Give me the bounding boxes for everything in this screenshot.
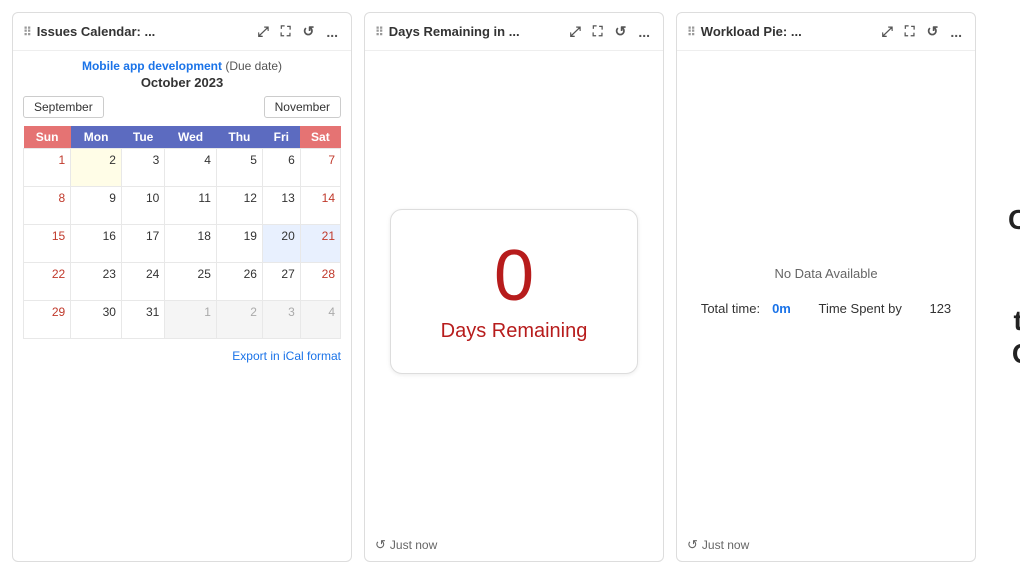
weekday-fri: Fri bbox=[262, 126, 300, 149]
table-row[interactable]: 11 bbox=[165, 187, 217, 225]
calendar-month-year: October 2023 bbox=[23, 75, 341, 90]
table-row[interactable]: 2 bbox=[216, 301, 262, 339]
table-row[interactable]: 31 bbox=[121, 301, 164, 339]
table-row[interactable]: 5 bbox=[216, 149, 262, 187]
table-row[interactable]: 28 bbox=[300, 263, 340, 301]
table-row[interactable]: 4 bbox=[165, 149, 217, 187]
more-icon[interactable]: ... bbox=[635, 22, 653, 42]
weekday-tue: Tue bbox=[121, 126, 164, 149]
workload-panel: ⠿ Workload Pie: ... ⤢ ⛶ ↺ ... No Data Av… bbox=[676, 12, 976, 562]
footer-time: Just now bbox=[702, 538, 749, 552]
time-spent-label: Time Spent by bbox=[819, 301, 902, 316]
weekday-sun: Sun bbox=[24, 126, 71, 149]
table-row[interactable]: 19 bbox=[216, 225, 262, 263]
more-icon[interactable]: ... bbox=[323, 22, 341, 42]
days-panel-footer: ↺ Just now bbox=[365, 531, 663, 561]
table-row[interactable]: 21 bbox=[300, 225, 340, 263]
table-row[interactable]: 7 bbox=[300, 149, 340, 187]
refresh-icon[interactable]: ↺ bbox=[924, 21, 942, 42]
workload-body: No Data Available Total time: 0m Time Sp… bbox=[677, 51, 975, 531]
weekday-sat: Sat bbox=[300, 126, 340, 149]
table-row[interactable]: 17 bbox=[121, 225, 164, 263]
days-remaining-panel: ⠿ Days Remaining in ... ⤢ ⛶ ↺ ... 0 Days… bbox=[364, 12, 664, 562]
workload-footer: ↺ Just now bbox=[677, 531, 975, 561]
calendar-nav: September November bbox=[23, 96, 341, 118]
drag-handle-icon[interactable]: ⠿ bbox=[23, 25, 31, 39]
table-row[interactable]: 13 bbox=[262, 187, 300, 225]
table-row[interactable]: 9 bbox=[71, 187, 122, 225]
table-row[interactable]: 22 bbox=[24, 263, 71, 301]
calendar-grid: Sun Mon Tue Wed Thu Fri Sat 123456789101… bbox=[23, 126, 341, 339]
fullscreen-icon[interactable]: ⛶ bbox=[590, 21, 606, 42]
table-row[interactable]: 2 bbox=[71, 149, 122, 187]
weekday-thu: Thu bbox=[216, 126, 262, 149]
days-panel-title: Days Remaining in ... bbox=[389, 24, 561, 39]
table-row[interactable]: 29 bbox=[24, 301, 71, 339]
project-type: (Due date) bbox=[225, 59, 282, 73]
refresh-icon[interactable]: ↺ bbox=[300, 21, 318, 42]
export-ical-link[interactable]: Export in iCal format bbox=[232, 349, 341, 363]
workload-stats: Total time: 0m Time Spent by 123 bbox=[701, 301, 951, 316]
footer-refresh-icon: ↺ bbox=[687, 537, 698, 553]
more-icon[interactable]: ... bbox=[947, 22, 965, 42]
refresh-icon[interactable]: ↺ bbox=[612, 21, 630, 42]
table-row[interactable]: 12 bbox=[216, 187, 262, 225]
drag-handle-icon[interactable]: ⠿ bbox=[687, 25, 695, 39]
calendar-panel: ⠿ Issues Calendar: ... ⤢ ⛶ ↺ ... Mobile … bbox=[12, 12, 352, 562]
table-row[interactable]: 30 bbox=[71, 301, 122, 339]
expand-icon[interactable]: ⤢ bbox=[567, 21, 584, 42]
workload-panel-title: Workload Pie: ... bbox=[701, 24, 873, 39]
table-row[interactable]: 25 bbox=[165, 263, 217, 301]
sidebar-text-line1: Calendar and Time- bbox=[1008, 204, 1020, 302]
expand-icon[interactable]: ⤢ bbox=[255, 21, 272, 42]
time-spent-value: 123 bbox=[929, 301, 951, 316]
table-row[interactable]: 23 bbox=[71, 263, 122, 301]
table-row[interactable]: 3 bbox=[262, 301, 300, 339]
calendar-project-label: Mobile app development (Due date) bbox=[23, 59, 341, 73]
total-time-value[interactable]: 0m bbox=[772, 301, 791, 316]
sidebar-title: Calendar and Time- tracking Gadgets bbox=[1008, 203, 1020, 371]
table-row[interactable]: 24 bbox=[121, 263, 164, 301]
table-row[interactable]: 8 bbox=[24, 187, 71, 225]
table-row[interactable]: 20 bbox=[262, 225, 300, 263]
prev-month-button[interactable]: September bbox=[23, 96, 104, 118]
fullscreen-icon[interactable]: ⛶ bbox=[278, 21, 294, 42]
table-row[interactable]: 15 bbox=[24, 225, 71, 263]
no-data-text: No Data Available bbox=[774, 266, 877, 281]
table-row[interactable]: 10 bbox=[121, 187, 164, 225]
table-row[interactable]: 1 bbox=[24, 149, 71, 187]
fullscreen-icon[interactable]: ⛶ bbox=[902, 21, 918, 42]
calendar-body: Mobile app development (Due date) Octobe… bbox=[13, 51, 351, 343]
countdown-card: 0 Days Remaining bbox=[390, 209, 639, 374]
weekday-mon: Mon bbox=[71, 126, 122, 149]
table-row[interactable]: 27 bbox=[262, 263, 300, 301]
sidebar-text-panel: Calendar and Time- tracking Gadgets bbox=[988, 12, 1020, 562]
countdown-label: Days Remaining bbox=[441, 320, 588, 343]
footer-refresh-icon: ↺ bbox=[375, 537, 386, 553]
days-panel-header: ⠿ Days Remaining in ... ⤢ ⛶ ↺ ... bbox=[365, 13, 663, 51]
total-time-label: Total time: bbox=[701, 301, 760, 316]
footer-time: Just now bbox=[390, 538, 437, 552]
table-row[interactable]: 3 bbox=[121, 149, 164, 187]
table-row[interactable]: 26 bbox=[216, 263, 262, 301]
table-row[interactable]: 4 bbox=[300, 301, 340, 339]
table-row[interactable]: 18 bbox=[165, 225, 217, 263]
weekday-wed: Wed bbox=[165, 126, 217, 149]
table-row[interactable]: 1 bbox=[165, 301, 217, 339]
project-name: Mobile app development bbox=[82, 59, 222, 73]
export-section: Export in iCal format bbox=[13, 343, 351, 369]
calendar-panel-header: ⠿ Issues Calendar: ... ⤢ ⛶ ↺ ... bbox=[13, 13, 351, 51]
expand-icon[interactable]: ⤢ bbox=[879, 21, 896, 42]
table-row[interactable]: 6 bbox=[262, 149, 300, 187]
workload-panel-header: ⠿ Workload Pie: ... ⤢ ⛶ ↺ ... bbox=[677, 13, 975, 51]
next-month-button[interactable]: November bbox=[264, 96, 341, 118]
drag-handle-icon[interactable]: ⠿ bbox=[375, 25, 383, 39]
days-remaining-body: 0 Days Remaining bbox=[365, 51, 663, 531]
calendar-panel-title: Issues Calendar: ... bbox=[37, 24, 249, 39]
table-row[interactable]: 16 bbox=[71, 225, 122, 263]
countdown-number: 0 bbox=[441, 240, 588, 312]
table-row[interactable]: 14 bbox=[300, 187, 340, 225]
sidebar-text-line2: tracking Gadgets bbox=[1012, 305, 1020, 370]
